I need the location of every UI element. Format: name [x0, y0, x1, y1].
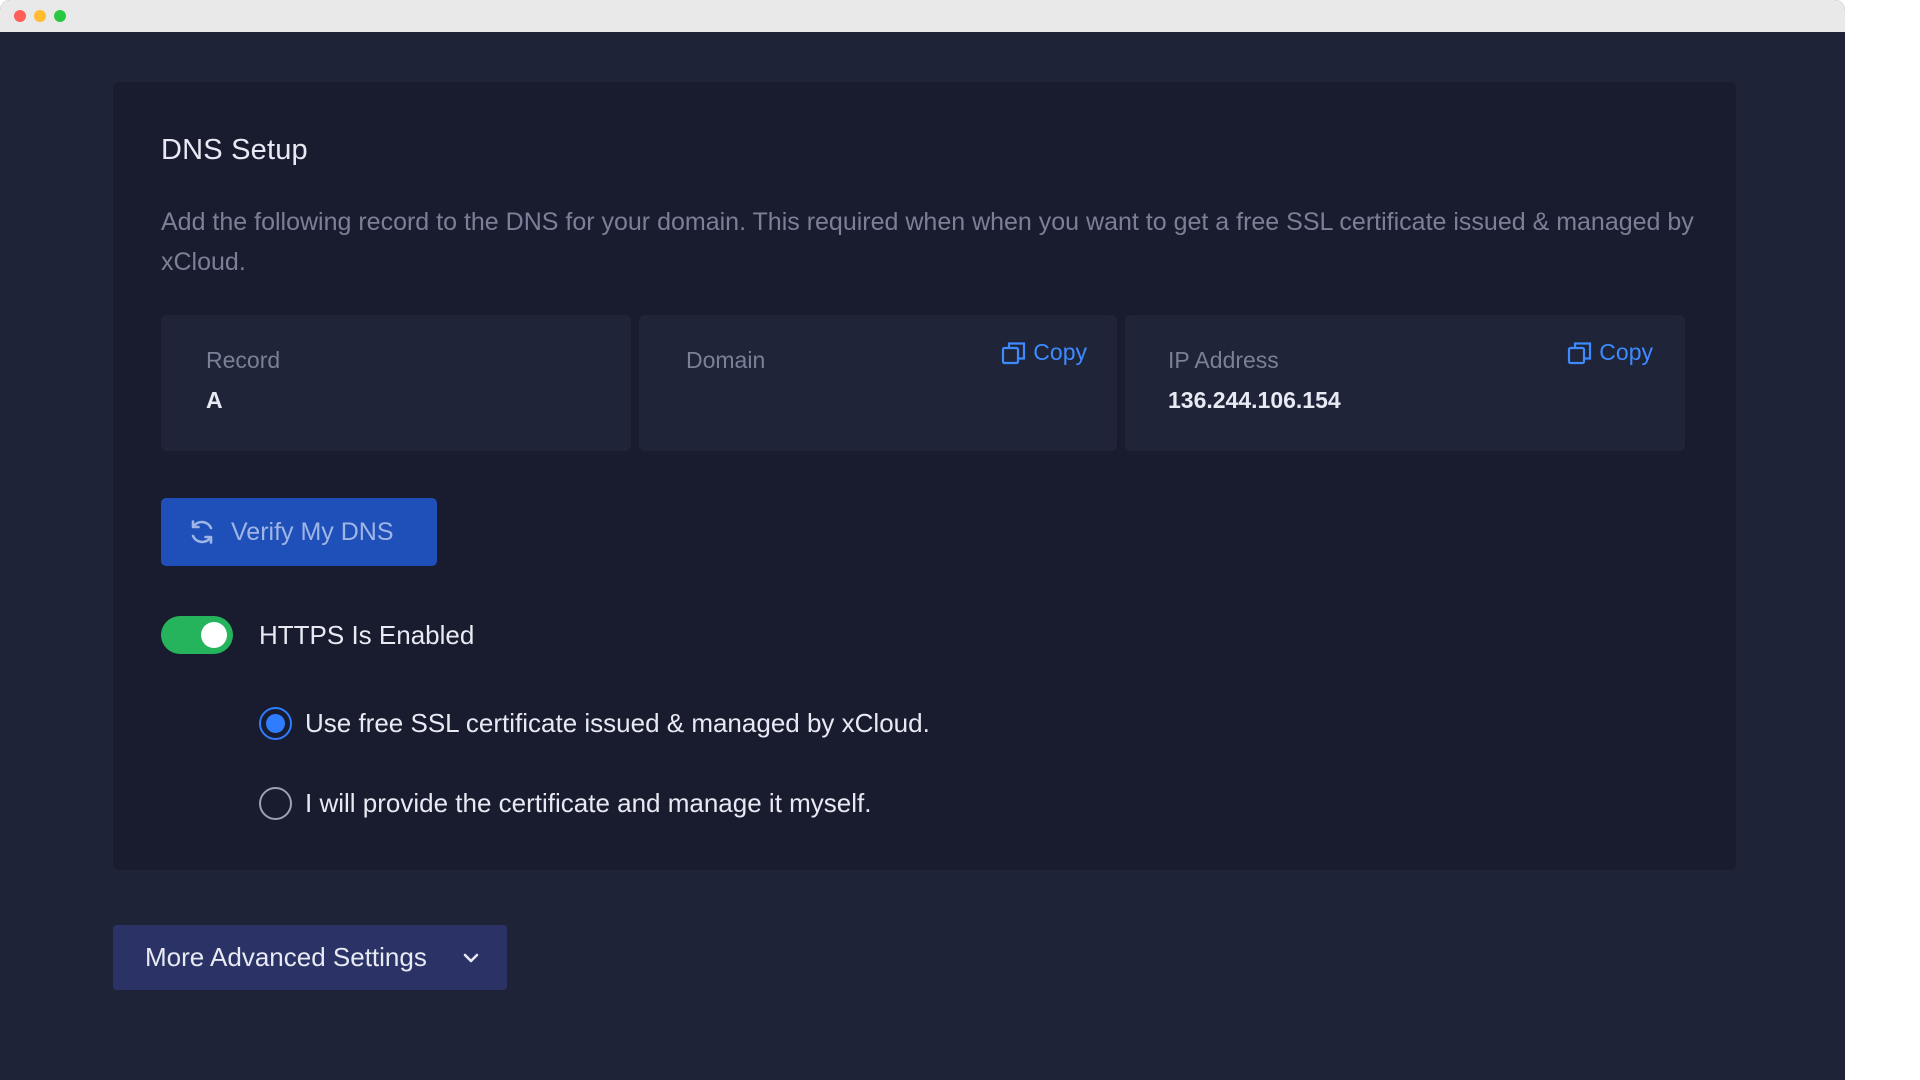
https-toggle-row: HTTPS Is Enabled [161, 616, 474, 654]
domain-label: Domain [686, 347, 766, 373]
dns-setup-card: DNS Setup Add the following record to th… [113, 82, 1736, 870]
ssl-option-free[interactable]: Use free SSL certificate issued & manage… [259, 707, 930, 740]
refresh-icon [187, 517, 217, 547]
ssl-option-own-label: I will provide the certificate and manag… [305, 788, 872, 818]
record-type-value: A [206, 387, 223, 413]
copy-icon [1567, 340, 1593, 366]
copy-icon [1001, 340, 1027, 366]
maximize-window-button[interactable] [54, 10, 66, 22]
copy-domain-button[interactable]: Copy [1001, 339, 1087, 366]
dns-setup-title: DNS Setup [161, 134, 308, 166]
ip-address-value: 136.244.106.154 [1168, 387, 1341, 413]
chevron-down-icon [461, 951, 481, 965]
more-advanced-settings-button[interactable]: More Advanced Settings [113, 925, 507, 990]
window-titlebar [0, 0, 1845, 32]
verify-dns-button[interactable]: Verify My DNS [161, 498, 437, 566]
toggle-knob [201, 622, 227, 648]
more-advanced-settings-label: More Advanced Settings [145, 942, 427, 972]
ip-address-cell: IP Address 136.244.106.154 Copy [1125, 315, 1685, 451]
radio-button-checked[interactable] [259, 707, 292, 740]
ssl-option-free-label: Use free SSL certificate issued & manage… [305, 708, 930, 738]
dns-setup-description: Add the following record to the DNS for … [161, 208, 1694, 276]
minimize-window-button[interactable] [34, 10, 46, 22]
record-type-cell: Record A [161, 315, 631, 451]
copy-ip-address-label: Copy [1599, 339, 1653, 365]
copy-domain-label: Copy [1033, 339, 1087, 365]
ip-address-label: IP Address [1168, 347, 1279, 373]
close-window-button[interactable] [14, 10, 26, 22]
radio-selected-dot [266, 714, 285, 733]
browser-window: DNS Setup Add the following record to th… [0, 0, 1845, 1080]
radio-button-unchecked[interactable] [259, 787, 292, 820]
https-toggle[interactable] [161, 616, 233, 654]
verify-dns-label: Verify My DNS [231, 517, 394, 546]
record-type-label: Record [206, 347, 281, 373]
page-content: DNS Setup Add the following record to th… [0, 32, 1845, 1080]
domain-cell: Domain Copy [639, 315, 1117, 451]
copy-ip-address-button[interactable]: Copy [1567, 339, 1653, 366]
ssl-option-own[interactable]: I will provide the certificate and manag… [259, 787, 871, 820]
dns-records: Record A Domain Copy IP Address 136.244.… [161, 315, 1688, 451]
https-label: HTTPS Is Enabled [259, 619, 475, 650]
